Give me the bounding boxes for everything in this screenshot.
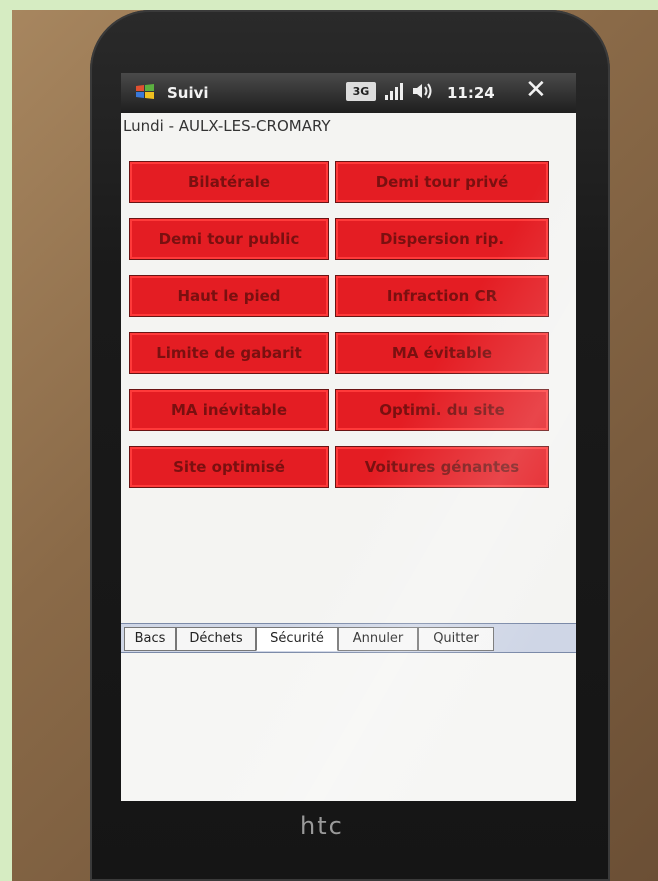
- clock: 11:24: [447, 84, 495, 102]
- windows-start-icon[interactable]: [135, 83, 155, 101]
- btn-demi-tour-public[interactable]: Demi tour public: [129, 218, 329, 260]
- btn-ma-inevitable[interactable]: MA inévitable: [129, 389, 329, 431]
- btn-voitures-genantes[interactable]: Voitures génantes: [335, 446, 549, 488]
- app-title: Suivi: [167, 84, 209, 102]
- brand-logo: htc: [300, 812, 344, 840]
- btn-haut-le-pied[interactable]: Haut le pied: [129, 275, 329, 317]
- btn-site-optimise[interactable]: Site optimisé: [129, 446, 329, 488]
- btn-ma-evitable[interactable]: MA évitable: [335, 332, 549, 374]
- btn-limite-de-gabarit[interactable]: Limite de gabarit: [129, 332, 329, 374]
- btn-demi-tour-prive[interactable]: Demi tour privé: [335, 161, 549, 203]
- volume-icon: [413, 83, 432, 99]
- btn-infraction-cr[interactable]: Infraction CR: [335, 275, 549, 317]
- location-label: Lundi - AULX-LES-CROMARY: [123, 117, 331, 135]
- btn-bilaterale[interactable]: Bilatérale: [129, 161, 329, 203]
- btn-dispersion-rip[interactable]: Dispersion rip.: [335, 218, 549, 260]
- tab-bar: Bacs Déchets Sécurité Annuler Quitter: [121, 623, 576, 653]
- btn-optimi-du-site[interactable]: Optimi. du site: [335, 389, 549, 431]
- title-bar: Suivi 3G 11:24 ✕: [121, 73, 576, 113]
- content-area: [121, 653, 576, 801]
- signal-strength-icon: [385, 83, 403, 100]
- tab-securite[interactable]: Sécurité: [256, 627, 338, 651]
- tab-annuler[interactable]: Annuler: [338, 627, 418, 651]
- phone-screen: Suivi 3G 11:24 ✕ Lundi - AULX-LES-CROMAR…: [121, 73, 576, 801]
- tab-dechets[interactable]: Déchets: [176, 627, 256, 651]
- tab-quitter[interactable]: Quitter: [418, 627, 494, 651]
- network-3g-icon: 3G: [346, 82, 376, 101]
- tab-bacs[interactable]: Bacs: [124, 627, 176, 651]
- close-icon[interactable]: ✕: [525, 77, 547, 103]
